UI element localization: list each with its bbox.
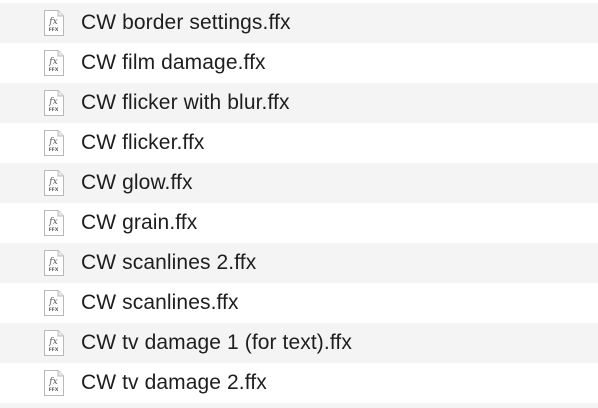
ffx-file-icon: fx FFX [43, 369, 65, 397]
svg-text:fx: fx [48, 257, 57, 267]
file-name: CW scanlines 2.ffx [81, 251, 257, 274]
svg-text:fx: fx [48, 297, 57, 307]
ffx-file-icon: fx FFX [43, 9, 65, 37]
svg-text:fx: fx [48, 17, 57, 27]
file-name: CW tv damage 1 (for text).ffx [81, 331, 352, 354]
file-row[interactable]: fx FFX CW scanlines.ffx [0, 283, 598, 323]
file-name: CW tv damage 2.ffx [81, 371, 267, 394]
svg-text:FFX: FFX [49, 147, 59, 153]
file-name: CW film damage.ffx [81, 51, 266, 74]
svg-text:fx: fx [48, 177, 57, 187]
svg-text:FFX: FFX [49, 227, 59, 233]
svg-text:FFX: FFX [49, 387, 59, 393]
svg-text:FFX: FFX [49, 107, 59, 113]
ffx-file-icon: fx FFX [43, 169, 65, 197]
ffx-file-icon: fx FFX [43, 249, 65, 277]
svg-text:FFX: FFX [49, 347, 59, 353]
ffx-file-icon: fx FFX [43, 289, 65, 317]
file-list: fx FFX CW border settings.ffx fx FFX CW … [0, 0, 598, 408]
svg-text:fx: fx [48, 137, 57, 147]
file-row[interactable]: fx FFX CW glow.ffx [0, 163, 598, 203]
svg-text:FFX: FFX [49, 187, 59, 193]
svg-text:fx: fx [48, 97, 57, 107]
svg-text:fx: fx [48, 337, 57, 347]
file-row[interactable]: fx FFX CW tv damage 2.ffx [0, 363, 598, 403]
file-row[interactable]: fx FFX CW film damage.ffx [0, 43, 598, 83]
file-name: CW flicker with blur.ffx [81, 91, 290, 114]
file-name: CW border settings.ffx [81, 11, 291, 34]
file-row[interactable]: fx FFX CW flicker with blur.ffx [0, 83, 598, 123]
file-row[interactable]: fx FFX CW flicker.ffx [0, 123, 598, 163]
file-name: CW grain.ffx [81, 211, 198, 234]
file-name: CW glow.ffx [81, 171, 193, 194]
svg-text:fx: fx [48, 217, 57, 227]
file-row[interactable]: fx FFX CW border settings.ffx [0, 3, 598, 43]
row-stripe-partial [0, 403, 598, 408]
ffx-file-icon: fx FFX [43, 209, 65, 237]
ffx-file-icon: fx FFX [43, 49, 65, 77]
ffx-file-icon: fx FFX [43, 89, 65, 117]
svg-text:FFX: FFX [49, 27, 59, 33]
file-row[interactable]: fx FFX CW tv damage 1 (for text).ffx [0, 323, 598, 363]
svg-text:FFX: FFX [49, 67, 59, 73]
file-row[interactable]: fx FFX CW grain.ffx [0, 203, 598, 243]
svg-text:FFX: FFX [49, 307, 59, 313]
file-name: CW scanlines.ffx [81, 291, 239, 314]
file-row[interactable]: fx FFX CW scanlines 2.ffx [0, 243, 598, 283]
svg-text:fx: fx [48, 57, 57, 67]
svg-text:fx: fx [48, 377, 57, 387]
ffx-file-icon: fx FFX [43, 329, 65, 357]
svg-text:FFX: FFX [49, 267, 59, 273]
ffx-file-icon: fx FFX [43, 129, 65, 157]
file-name: CW flicker.ffx [81, 131, 205, 154]
